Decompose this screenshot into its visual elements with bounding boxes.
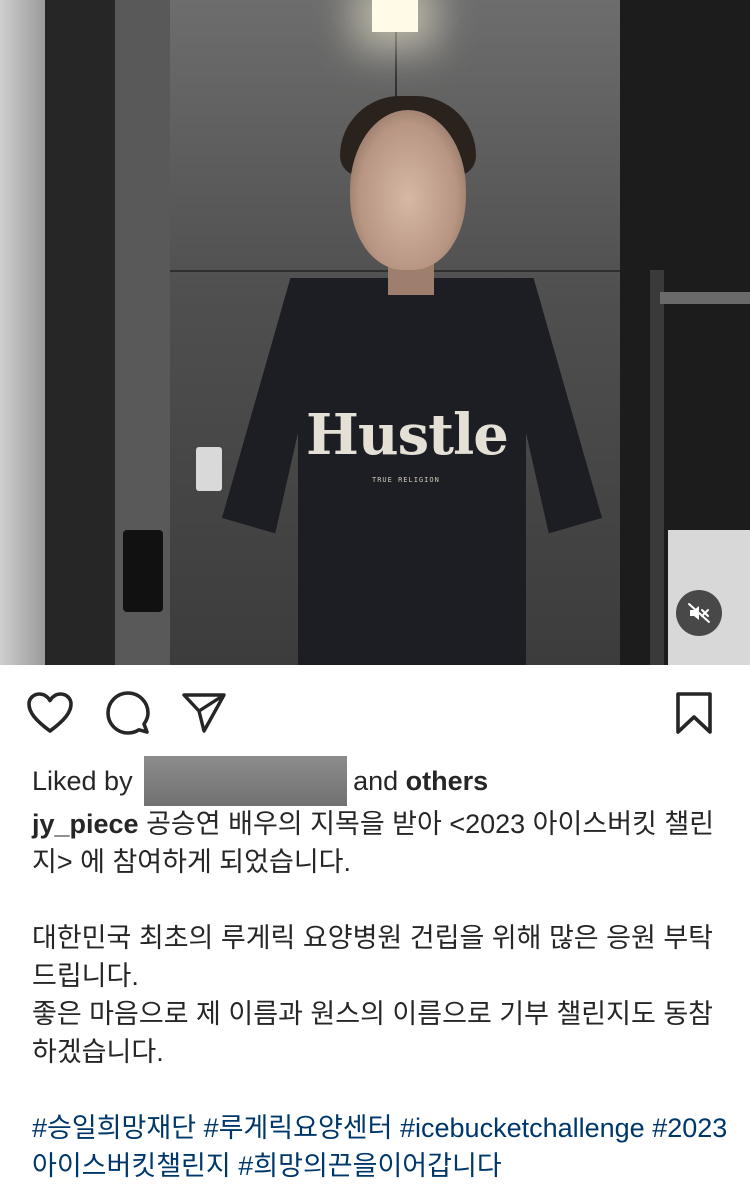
save-button[interactable] bbox=[670, 689, 718, 737]
send-icon bbox=[182, 693, 226, 733]
shirt-print: Hustle bbox=[306, 402, 509, 468]
hashtag[interactable]: #icebucketchallenge bbox=[400, 1113, 645, 1143]
hashtag[interactable]: #희망의끈을이어갑니다 bbox=[238, 1151, 501, 1181]
post-caption: jy_piece 공승연 배우의 지목을 받아 <2023 아이스버킷 챌린지>… bbox=[32, 805, 732, 1185]
railing bbox=[660, 292, 750, 304]
light-switch bbox=[196, 447, 222, 491]
mute-button[interactable] bbox=[676, 590, 722, 636]
caption-paragraph: 좋은 마음으로 제 이름과 원스의 이름으로 기부 챌린지도 동참하겠습니다. bbox=[32, 999, 714, 1067]
shirt-print-sub: TRUE RELIGION bbox=[372, 476, 440, 484]
railing-post bbox=[650, 270, 664, 665]
bookmark-icon bbox=[676, 692, 712, 734]
share-button[interactable] bbox=[180, 689, 228, 737]
likes-prefix: Liked by bbox=[32, 766, 133, 797]
likes-and: and bbox=[353, 766, 399, 797]
ceiling-light bbox=[372, 0, 418, 32]
hashtag[interactable]: #루게릭요양센터 bbox=[204, 1113, 393, 1143]
comment-icon bbox=[106, 691, 150, 735]
post-actions bbox=[0, 665, 750, 760]
post-video[interactable]: Hustle TRUE RELIGION bbox=[0, 0, 750, 665]
door bbox=[0, 0, 45, 665]
comment-button[interactable] bbox=[104, 689, 152, 737]
hashtag-line: #승일희망재단 #루게릭요양센터 #icebucketchallenge #20… bbox=[32, 1109, 732, 1185]
likes-summary[interactable]: Liked by and others bbox=[32, 756, 489, 808]
hashtag[interactable]: #승일희망재단 bbox=[32, 1113, 196, 1143]
redacted-username bbox=[144, 756, 348, 806]
likes-others[interactable]: others bbox=[406, 766, 489, 796]
speaker-muted-icon bbox=[688, 603, 710, 623]
person-face bbox=[350, 110, 466, 270]
like-button[interactable] bbox=[26, 689, 74, 737]
caption-paragraph: 대한민국 최초의 루게릭 요양병원 건립을 위해 많은 응원 부탁드립니다. bbox=[32, 923, 714, 991]
heart-icon bbox=[27, 692, 73, 733]
caption-username[interactable]: jy_piece bbox=[32, 809, 139, 839]
wall-fixture bbox=[123, 530, 163, 612]
door-frame bbox=[45, 0, 115, 665]
